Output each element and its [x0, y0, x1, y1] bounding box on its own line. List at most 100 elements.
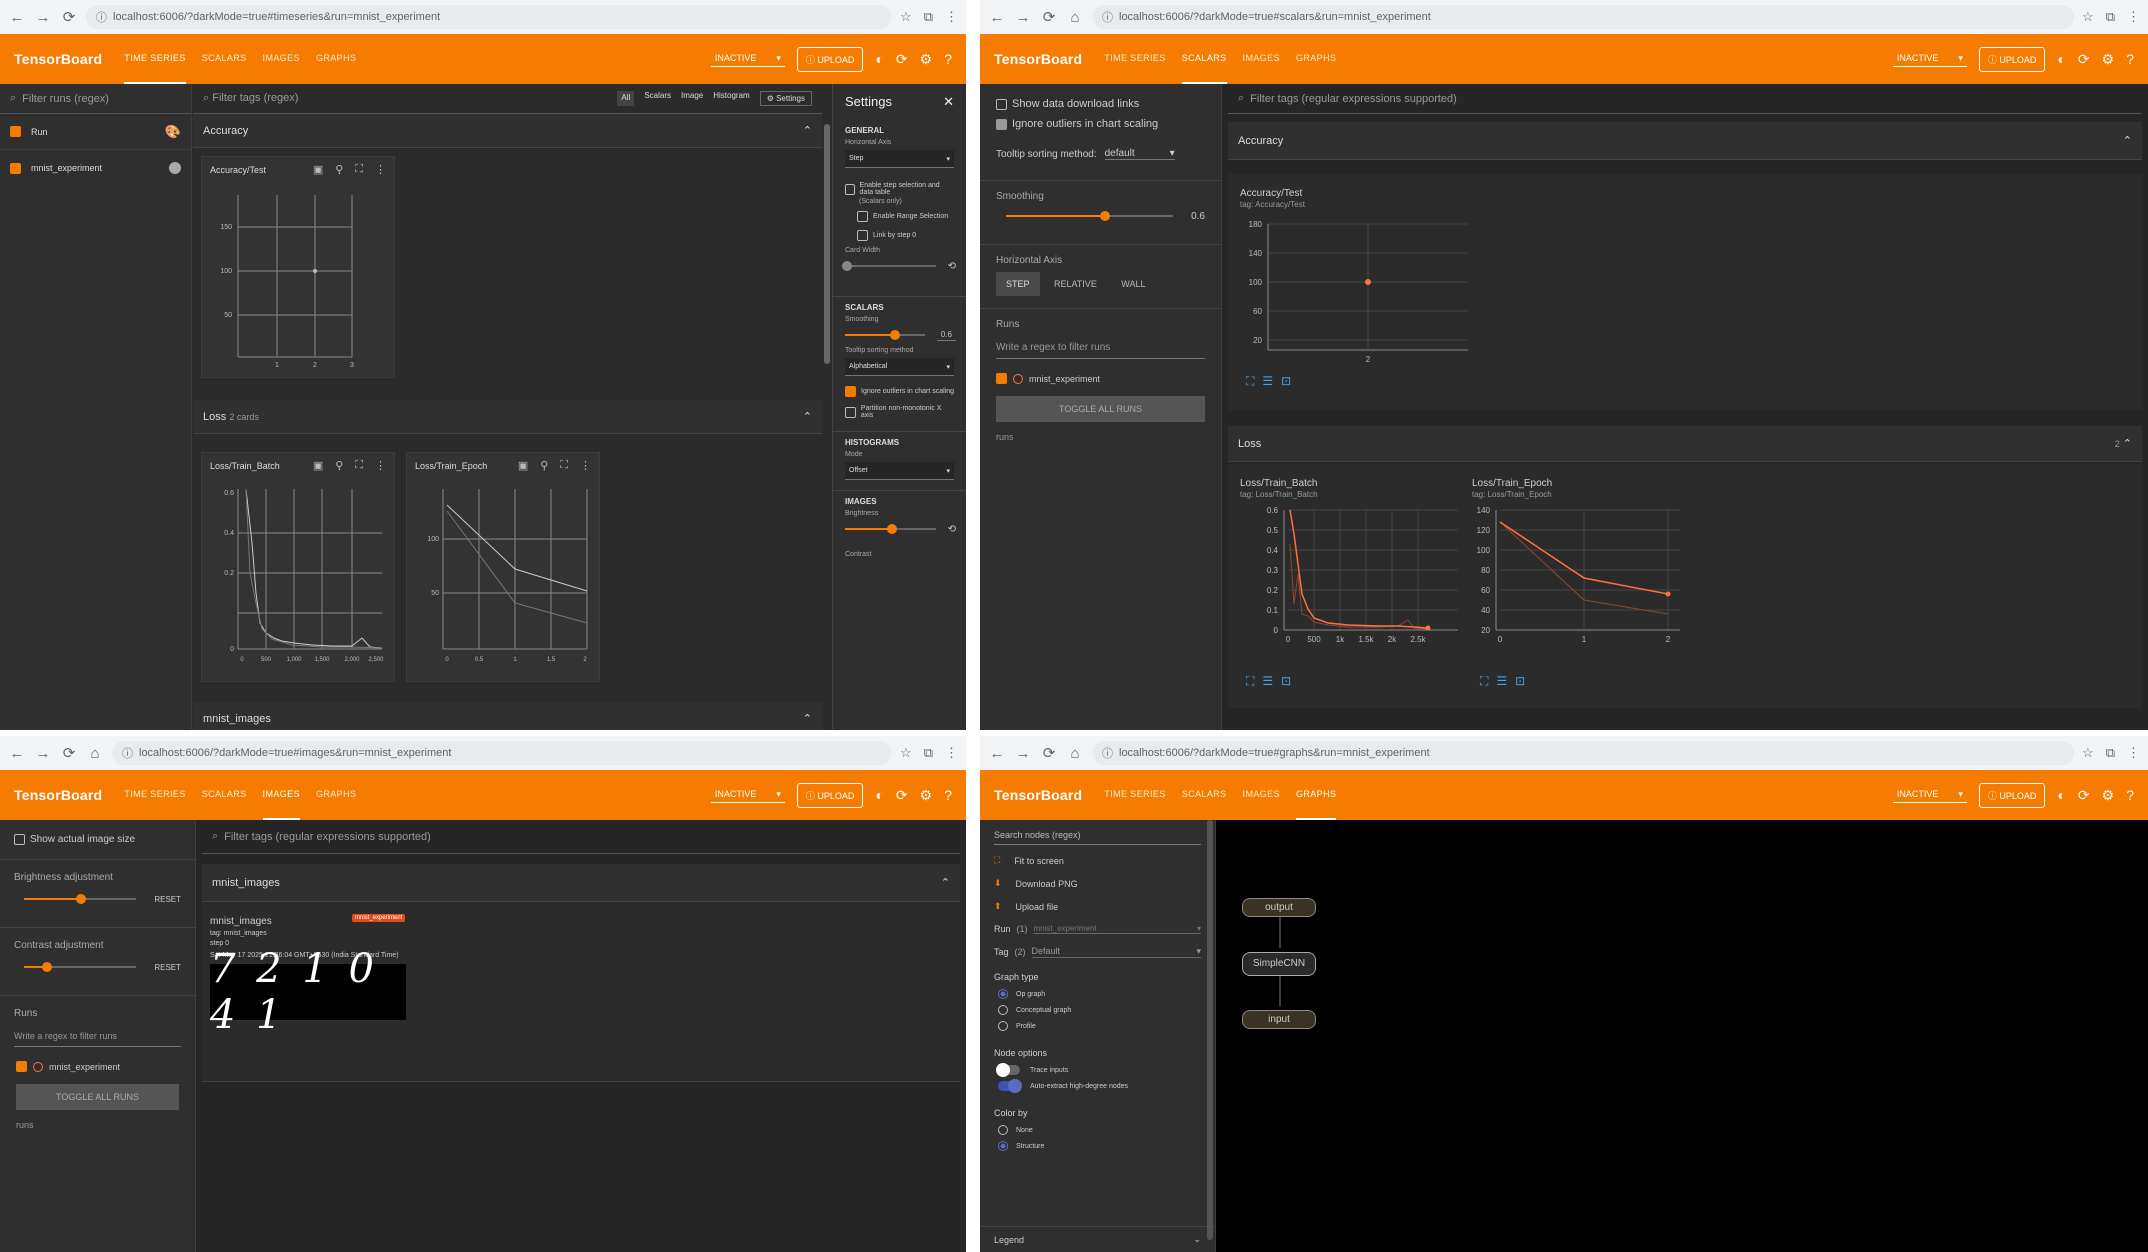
fit-to-screen-button[interactable]: ⛶ Fit to screen — [980, 849, 1215, 872]
chevron-up-icon[interactable]: ⌃ — [2123, 438, 2132, 450]
brightness-reset-button[interactable]: RESET — [154, 895, 181, 904]
link-step-checkbox[interactable] — [857, 230, 868, 241]
axis-step-button[interactable]: STEP — [996, 272, 1040, 296]
forward-icon[interactable]: → — [34, 745, 52, 762]
forward-icon[interactable]: → — [1014, 9, 1032, 26]
menu-icon[interactable]: ⋮ — [945, 9, 958, 25]
gear-icon[interactable]: ⚙ — [920, 787, 933, 804]
star-icon[interactable]: ☆ — [2082, 9, 2094, 25]
fit-domain-icon[interactable]: ⊡ — [1281, 374, 1291, 389]
run-all-checkbox[interactable] — [10, 126, 21, 137]
graph-canvas[interactable]: output SimpleCNN input — [1216, 820, 2148, 1252]
axis-relative-button[interactable]: RELATIVE — [1044, 272, 1107, 296]
dark-mode-icon[interactable]: ◐ — [2057, 51, 2065, 67]
settings-button[interactable]: ⚙ Settings — [759, 91, 812, 106]
close-icon[interactable]: ✕ — [943, 94, 954, 110]
back-icon[interactable]: ← — [988, 745, 1006, 762]
gear-icon[interactable]: ⚙ — [920, 51, 933, 68]
address-bar[interactable]: ⓘ localhost:6006/?darkMode=true#graphs&ru… — [1092, 741, 2075, 765]
dark-mode-icon[interactable]: ◐ — [875, 51, 883, 67]
refresh-icon[interactable]: ⟳ — [2078, 51, 2090, 68]
menu-icon[interactable]: ⋮ — [2127, 9, 2140, 25]
tooltip-sort-select[interactable]: Alphabetical ▾ — [845, 358, 954, 376]
reset-icon[interactable]: ⟲ — [948, 524, 956, 535]
smoothing-input[interactable]: 0.6 — [936, 329, 956, 341]
chevron-up-icon[interactable]: ⌃ — [803, 124, 812, 137]
tab-graphs[interactable]: GRAPHS — [1295, 770, 1337, 820]
star-icon[interactable]: ☆ — [900, 745, 912, 761]
download-png-button[interactable]: ⬇ Download PNG — [980, 872, 1215, 895]
graph-node-simplecnn[interactable]: SimpleCNN — [1242, 952, 1316, 976]
fit-domain-icon[interactable]: ⊡ — [1515, 674, 1525, 689]
help-icon[interactable]: ? — [2126, 51, 2134, 67]
conceptual-graph-radio[interactable] — [998, 1005, 1008, 1015]
graph-node-output[interactable]: output — [1242, 898, 1316, 917]
upload-button[interactable]: ⓘ UPLOAD — [1978, 46, 2046, 72]
chevron-up-icon[interactable]: ⌃ — [803, 712, 812, 725]
fullscreen-icon[interactable]: ⛶ — [1246, 374, 1254, 389]
reload-status-select[interactable]: INACTIVE ▾ — [710, 51, 785, 67]
menu-icon[interactable]: ⋮ — [2127, 745, 2140, 761]
refresh-icon[interactable]: ⟳ — [2078, 787, 2090, 804]
tab-scalars[interactable]: SCALARS — [1182, 770, 1227, 820]
run-checkbox[interactable] — [16, 1061, 27, 1072]
mnist-image-strip[interactable]: 7 2 1 0 4 1 — [210, 946, 406, 1038]
chevron-up-icon[interactable]: ⌃ — [2123, 134, 2132, 147]
run-color-swatch[interactable] — [1013, 373, 1023, 384]
help-icon[interactable]: ? — [944, 787, 952, 803]
contrast-slider[interactable] — [24, 961, 137, 973]
scrollbar[interactable] — [824, 124, 830, 364]
extension-icon[interactable]: ⧉ — [924, 9, 933, 25]
home-icon[interactable]: ⌂ — [1066, 745, 1084, 762]
brand-logo[interactable]: TensorBoard — [994, 787, 1082, 803]
upload-button[interactable]: ⓘ UPLOAD — [796, 46, 864, 72]
tab-time-series[interactable]: TIME SERIES — [124, 34, 186, 84]
tab-graphs[interactable]: GRAPHS — [316, 770, 356, 820]
tab-images[interactable]: IMAGES — [1243, 34, 1280, 84]
dark-mode-icon[interactable]: ◐ — [2057, 787, 2065, 803]
reload-icon[interactable]: ⟳ — [1040, 744, 1058, 762]
color-none-radio[interactable] — [998, 1125, 1008, 1135]
reload-status-select[interactable]: INACTIVE ▾ — [1892, 787, 1967, 803]
help-icon[interactable]: ? — [944, 51, 952, 67]
partition-checkbox[interactable] — [845, 406, 856, 418]
list-icon[interactable]: ☰ — [1262, 674, 1273, 689]
runs-filter[interactable]: ⌕ Filter runs (regex) — [0, 84, 191, 114]
address-bar[interactable]: ⓘ localhost:6006/?darkMode=true#images&ru… — [112, 741, 893, 765]
type-tab-histogram[interactable]: Histogram — [713, 91, 749, 106]
reload-status-select[interactable]: INACTIVE ▾ — [710, 787, 785, 803]
run-select[interactable]: mnist_experiment ▾ — [1033, 924, 1201, 934]
extension-icon[interactable]: ⧉ — [2106, 745, 2115, 761]
gear-icon[interactable]: ⚙ — [2102, 787, 2115, 804]
search-nodes-input[interactable]: Search nodes (regex) — [994, 830, 1201, 845]
star-icon[interactable]: ☆ — [900, 9, 912, 25]
brightness-slider[interactable] — [845, 523, 936, 535]
section-loss[interactable]: Loss 2 cards ⌃ — [193, 400, 822, 434]
card-width-slider[interactable] — [842, 260, 936, 272]
show-actual-size-checkbox[interactable] — [14, 834, 25, 845]
type-tab-scalars[interactable]: Scalars — [644, 91, 671, 106]
tab-time-series[interactable]: TIME SERIES — [124, 770, 185, 820]
extension-icon[interactable]: ⧉ — [924, 745, 933, 761]
tags-filter[interactable]: ⌕ Filter tags (regular expressions suppor… — [1228, 84, 2142, 114]
toggle-all-runs-button[interactable]: TOGGLE ALL RUNS — [996, 396, 1205, 422]
legend-panel[interactable]: Legend ⌄ — [980, 1226, 1215, 1252]
ignore-outliers-checkbox[interactable] — [845, 386, 856, 397]
tab-images[interactable]: IMAGES — [263, 34, 300, 84]
tab-time-series[interactable]: TIME SERIES — [1104, 34, 1165, 84]
run-checkbox[interactable] — [996, 373, 1007, 384]
tab-graphs[interactable]: GRAPHS — [1296, 34, 1336, 84]
mode-select[interactable]: Offset ▾ — [845, 462, 954, 480]
home-icon[interactable]: ⌂ — [1066, 9, 1084, 26]
upload-file-button[interactable]: ⬆ Upload file — [980, 895, 1215, 918]
back-icon[interactable]: ← — [988, 9, 1006, 26]
tags-filter[interactable]: ⌕ Filter tags (regex) — [203, 92, 298, 105]
brand-logo[interactable]: TensorBoard — [994, 51, 1082, 67]
reload-icon[interactable]: ⟳ — [1040, 8, 1058, 26]
dark-mode-icon[interactable]: ◐ — [875, 787, 883, 803]
tab-graphs[interactable]: GRAPHS — [316, 34, 356, 84]
section-mnist-images[interactable]: mnist_images ⌃ — [193, 702, 822, 730]
color-structure-radio[interactable] — [998, 1141, 1008, 1151]
runs-filter-input[interactable]: Write a regex to filter runs — [996, 342, 1205, 359]
tab-images[interactable]: IMAGES — [262, 770, 300, 820]
